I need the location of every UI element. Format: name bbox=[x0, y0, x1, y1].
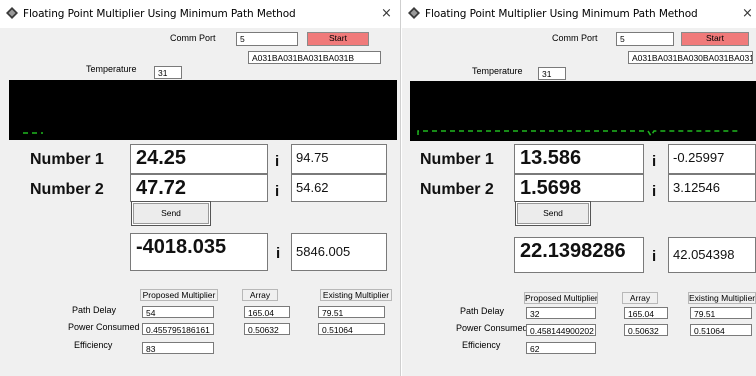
app-window-right: Floating Point Multiplier Using Minimum … bbox=[402, 0, 756, 376]
power-array: 0.50632 bbox=[624, 324, 668, 336]
window-title: Floating Point Multiplier Using Minimum … bbox=[425, 8, 698, 20]
number1-imag-input[interactable]: -0.25997 bbox=[668, 144, 756, 174]
received-hex-field: A031BA031BA030BA031BA031B bbox=[628, 51, 753, 64]
app-window-left: Floating Point Multiplier Using Minimum … bbox=[0, 0, 401, 376]
start-button[interactable]: Start bbox=[307, 32, 369, 46]
signal-plot bbox=[410, 81, 756, 141]
comm-port-label: Comm Port bbox=[552, 33, 598, 43]
close-icon[interactable]: × bbox=[742, 6, 753, 21]
path-delay-proposed: 54 bbox=[142, 306, 214, 318]
path-delay-existing: 79.51 bbox=[318, 306, 385, 318]
result-imag-label: i bbox=[276, 245, 281, 262]
power-consumed-label: Power Consumed bbox=[68, 322, 140, 332]
temperature-field: 31 bbox=[538, 67, 566, 80]
number1-imag-input[interactable]: 94.75 bbox=[291, 144, 387, 174]
path-delay-existing: 79.51 bbox=[690, 307, 752, 319]
col-header-existing: Existing Multiplier bbox=[688, 292, 756, 304]
title-bar: Floating Point Multiplier Using Minimum … bbox=[402, 0, 756, 28]
number1-real-input[interactable]: 13.586 bbox=[514, 144, 644, 174]
col-header-array: Array bbox=[622, 292, 658, 304]
title-bar: Floating Point Multiplier Using Minimum … bbox=[0, 0, 400, 28]
path-delay-label: Path Delay bbox=[460, 306, 505, 316]
number2-real-input[interactable]: 47.72 bbox=[130, 174, 268, 202]
window-title: Floating Point Multiplier Using Minimum … bbox=[23, 8, 296, 20]
number2-real-input[interactable]: 1.5698 bbox=[514, 174, 644, 202]
number1-label: Number 1 bbox=[420, 151, 494, 168]
number2-label: Number 2 bbox=[420, 181, 494, 198]
result-imag-label: i bbox=[652, 248, 657, 265]
temperature-label: Temperature bbox=[86, 64, 137, 74]
number2-label: Number 2 bbox=[30, 181, 104, 198]
send-button[interactable]: Send bbox=[131, 201, 211, 226]
close-icon[interactable]: × bbox=[381, 6, 392, 21]
comm-port-label: Comm Port bbox=[170, 33, 216, 43]
power-array: 0.50632 bbox=[244, 323, 290, 335]
result-real-field: 22.1398286 bbox=[514, 237, 644, 273]
comm-port-input[interactable]: 5 bbox=[236, 32, 298, 46]
power-existing: 0.51064 bbox=[318, 323, 385, 335]
number2-imag-input[interactable]: 3.12546 bbox=[668, 174, 756, 202]
efficiency-field: 83 bbox=[142, 342, 214, 354]
number1-imag-label: i bbox=[652, 153, 657, 170]
number2-imag-label: i bbox=[652, 183, 657, 200]
power-consumed-label: Power Consumed bbox=[456, 323, 528, 333]
result-imag-field: 42.054398 bbox=[668, 237, 756, 273]
number1-label: Number 1 bbox=[30, 151, 104, 168]
temperature-label: Temperature bbox=[472, 66, 523, 76]
path-delay-array: 165.04 bbox=[624, 307, 668, 319]
app-icon bbox=[6, 7, 18, 19]
comm-port-input[interactable]: 5 bbox=[616, 32, 674, 46]
plot-trace bbox=[417, 130, 740, 138]
temperature-field: 31 bbox=[154, 66, 182, 79]
plot-svg bbox=[23, 132, 43, 134]
efficiency-field: 62 bbox=[526, 342, 596, 354]
efficiency-label: Efficiency bbox=[462, 340, 501, 350]
col-header-proposed: Proposed Multiplier bbox=[140, 289, 218, 301]
number1-imag-label: i bbox=[275, 153, 280, 170]
col-header-proposed: Proposed Multiplier bbox=[524, 292, 598, 304]
start-button[interactable]: Start bbox=[681, 32, 749, 46]
app-icon bbox=[408, 7, 420, 19]
result-real-field: -4018.035 bbox=[130, 233, 268, 271]
col-header-existing: Existing Multiplier bbox=[320, 289, 392, 301]
signal-plot bbox=[9, 80, 397, 140]
path-delay-array: 165.04 bbox=[244, 306, 290, 318]
send-button[interactable]: Send bbox=[515, 201, 591, 226]
path-delay-proposed: 32 bbox=[526, 307, 596, 319]
power-existing: 0.51064 bbox=[690, 324, 752, 336]
power-proposed: 0.458144900202 bbox=[526, 324, 596, 336]
efficiency-label: Efficiency bbox=[74, 340, 113, 350]
col-header-array: Array bbox=[242, 289, 278, 301]
plot-svg bbox=[417, 130, 740, 138]
power-proposed: 0.455795186161 bbox=[142, 323, 214, 335]
number1-real-input[interactable]: 24.25 bbox=[130, 144, 268, 174]
number2-imag-label: i bbox=[275, 183, 280, 200]
received-hex-field: A031BA031BA031BA031B bbox=[248, 51, 381, 64]
path-delay-label: Path Delay bbox=[72, 305, 117, 315]
result-imag-field: 5846.005 bbox=[291, 233, 387, 271]
number2-imag-input[interactable]: 54.62 bbox=[291, 174, 387, 202]
